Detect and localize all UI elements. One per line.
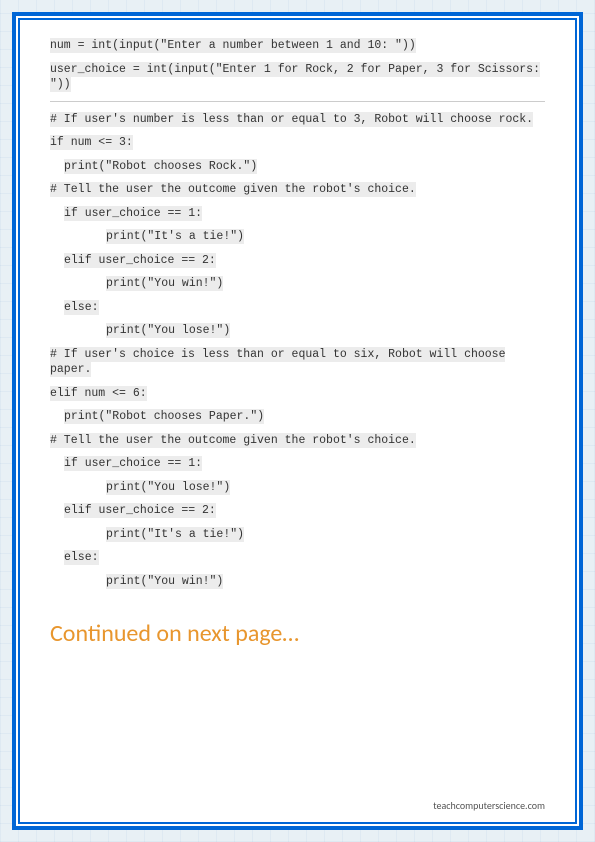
code-line: elif user_choice == 2: <box>64 253 216 268</box>
code-line: if user_choice == 1: <box>64 456 202 471</box>
code-line: else: <box>64 300 99 315</box>
code-line: # If user's choice is less than or equal… <box>50 347 505 378</box>
code-line: print("You win!") <box>106 276 223 291</box>
code-line: elif num <= 6: <box>50 386 147 401</box>
code-line: print("You lose!") <box>106 480 230 495</box>
code-line: # If user's number is less than or equal… <box>50 112 533 127</box>
code-line: user_choice = int(input("Enter 1 for Roc… <box>50 62 540 93</box>
code-line: print("Robot chooses Rock.") <box>64 159 257 174</box>
code-line: # Tell the user the outcome given the ro… <box>50 433 416 448</box>
continued-heading: Continued on next page… <box>50 619 545 648</box>
code-block: num = int(input("Enter a number between … <box>50 38 545 589</box>
code-line: if num <= 3: <box>50 135 133 150</box>
page-content: num = int(input("Enter a number between … <box>18 18 577 824</box>
footer-text: teachcomputerscience.com <box>433 799 545 812</box>
code-line: print("Robot chooses Paper.") <box>64 409 264 424</box>
code-line: print("You lose!") <box>106 323 230 338</box>
code-line: if user_choice == 1: <box>64 206 202 221</box>
code-line: elif user_choice == 2: <box>64 503 216 518</box>
code-line: else: <box>64 550 99 565</box>
code-line: # Tell the user the outcome given the ro… <box>50 182 416 197</box>
divider <box>50 101 545 102</box>
code-line: print("It's a tie!") <box>106 527 244 542</box>
code-line: print("It's a tie!") <box>106 229 244 244</box>
code-line: num = int(input("Enter a number between … <box>50 38 416 53</box>
code-line: print("You win!") <box>106 574 223 589</box>
